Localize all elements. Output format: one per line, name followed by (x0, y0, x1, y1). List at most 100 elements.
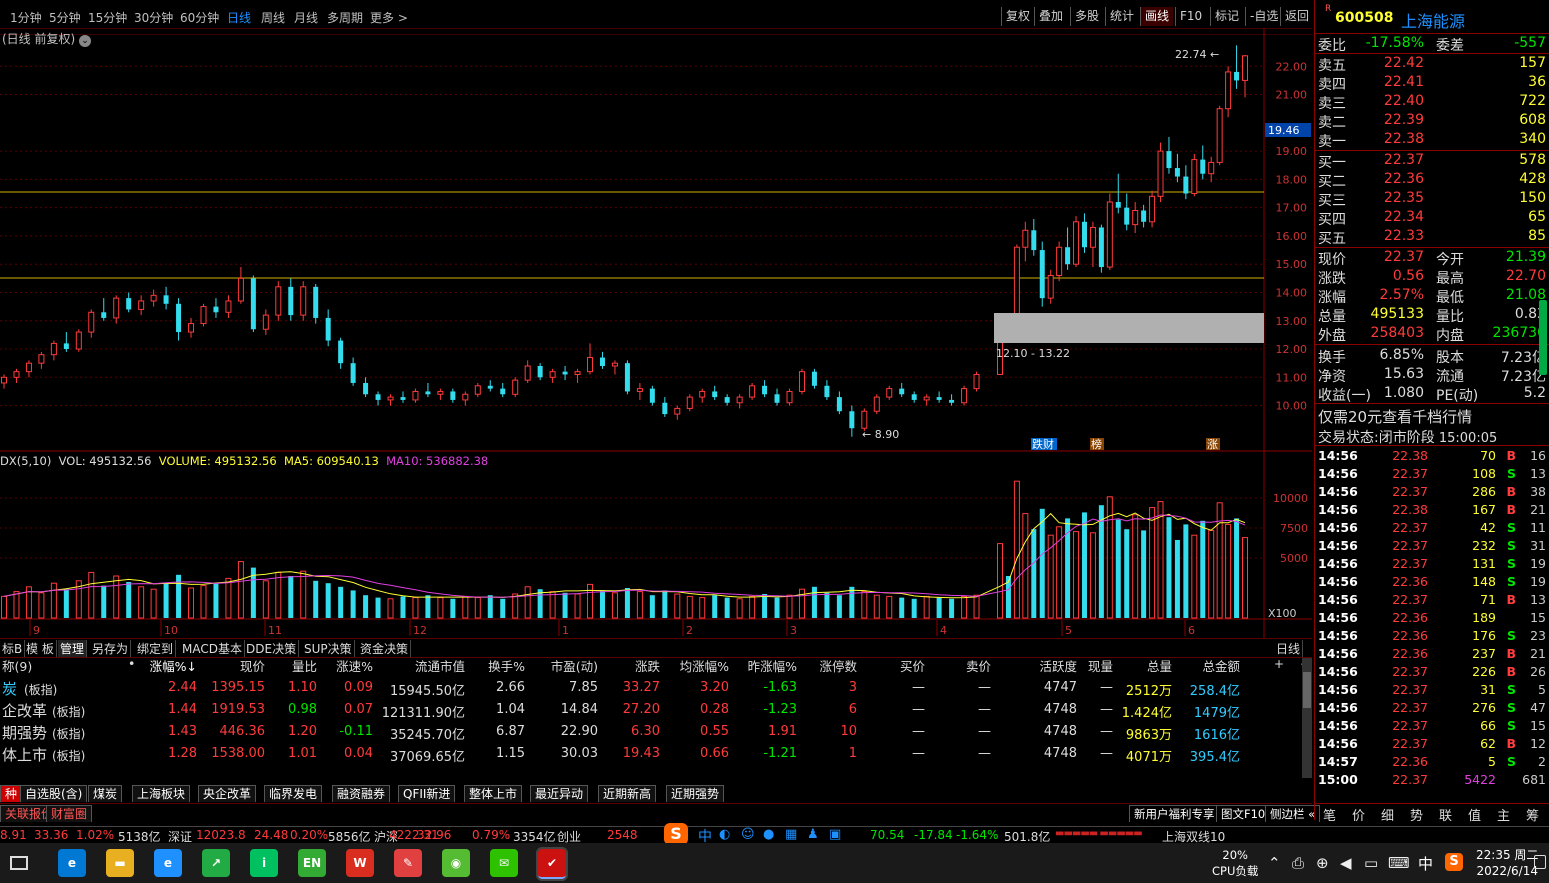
printer-icon[interactable]: ⎙ (1292, 854, 1304, 872)
col-header-3[interactable]: 涨速% (336, 656, 373, 675)
sector-tab-2[interactable]: 煤炭 (88, 785, 123, 802)
toolbar-btn-8[interactable]: 返回 (1280, 7, 1313, 26)
quote-tab-4[interactable]: 联 (1439, 805, 1452, 824)
folder-icon[interactable]: ▬ (106, 849, 134, 877)
scrollbar-thumb[interactable] (1303, 672, 1311, 708)
clock[interactable]: 22:35 周二 2022/6/14 (1476, 847, 1538, 879)
range-box[interactable] (994, 313, 1264, 343)
col-header-5[interactable]: 换手% (488, 656, 525, 675)
chevron-up-icon[interactable]: ⌃ (1268, 854, 1281, 872)
keyboard-icon[interactable]: ▦ (785, 827, 797, 842)
period-9[interactable]: 更多 > (370, 9, 408, 26)
col-header-11[interactable]: 买价 (900, 656, 925, 675)
period-6[interactable]: 周线 (261, 9, 285, 26)
shirt-icon[interactable]: ♟ (807, 827, 819, 842)
quote-tab-5[interactable]: 值 (1468, 805, 1481, 824)
sector-tab-3[interactable]: 上海板块 (132, 785, 191, 802)
sogou-tray-icon[interactable]: S (1445, 853, 1463, 871)
wps-icon[interactable]: W (346, 849, 374, 877)
col-header-7[interactable]: 涨跌 (635, 656, 660, 675)
wechat-icon[interactable]: ✉ (490, 849, 518, 877)
grid-icon[interactable]: ▣ (829, 827, 841, 842)
indicator-tab-7[interactable]: SUP决策 (302, 640, 355, 657)
browser360-icon[interactable]: ◉ (442, 849, 470, 877)
chevron-down-icon[interactable]: ⌄ (79, 35, 92, 47)
ie-icon[interactable]: e (154, 849, 182, 877)
col-header-4[interactable]: 流通市值 (415, 656, 465, 675)
indicator-tab-8[interactable]: 资金决策 (358, 640, 412, 657)
indicator-tab-2[interactable]: 管理 (58, 640, 88, 657)
toolbar-btn-5[interactable]: F10 (1175, 7, 1206, 26)
col-header-9[interactable]: 昨涨幅% (748, 656, 797, 675)
toolbar-btn-0[interactable]: 复权 (1001, 7, 1034, 26)
col-header-2[interactable]: 量比 (292, 656, 317, 675)
kline-chart[interactable]: 22.00 21.00 19.00 18.00 17.00 16.00 15.00 14.00… (0, 28, 1312, 638)
sector-tab-6[interactable]: 融资融券 (332, 785, 391, 802)
indicator-tab-4[interactable]: 绑定到 (135, 640, 177, 657)
period-2[interactable]: 15分钟 (88, 9, 127, 26)
right-tab-1[interactable]: 图文F10 (1216, 805, 1271, 822)
sogou-icon[interactable]: S (664, 823, 688, 845)
sector-tab-10[interactable]: 近期新高 (598, 785, 657, 802)
sector-tab-7[interactable]: QFII新进 (398, 785, 456, 802)
indicator-tab-1[interactable]: 模 板 (24, 640, 57, 657)
shield-icon[interactable]: ⊕ (1316, 854, 1329, 872)
chart-adjust-label[interactable]: (日线 前复权) ⌄ (2, 30, 92, 47)
notification-icon[interactable] (1534, 855, 1546, 869)
table-scrollbar[interactable] (1302, 658, 1312, 778)
table-row[interactable]: 炭 (板指) 2.44 1395.15 1.10 0.09 15945.50亿 2.66 7.8… (0, 678, 1300, 700)
period-5[interactable]: 日线 (227, 9, 251, 26)
sector-tab-8[interactable]: 整体上市 (464, 785, 523, 802)
stock2-icon[interactable]: ✎ (394, 849, 422, 877)
period-7[interactable]: 月线 (294, 9, 318, 26)
col-header-10[interactable]: 涨停数 (819, 656, 857, 675)
col-header-6[interactable]: 市盈(动) (551, 656, 598, 675)
sector-tab-0[interactable]: 种 (0, 785, 23, 802)
right-tab-0[interactable]: 新用户福利专享 (1129, 805, 1220, 822)
indicator-tab-6[interactable]: DDE决策 (244, 640, 300, 657)
volume-icon[interactable]: ◀ (1340, 854, 1352, 872)
toolbar-btn-1[interactable]: 叠加 (1034, 7, 1067, 26)
toolbar-btn-6[interactable]: 标记 (1210, 7, 1243, 26)
right-tab-2[interactable]: 侧边栏 « (1265, 805, 1321, 822)
sector-tab-5[interactable]: 临界发电 (264, 785, 323, 802)
indicator-tab-5[interactable]: MACD基本 (180, 640, 245, 657)
network-icon[interactable]: ▭ (1364, 854, 1378, 872)
period-8[interactable]: 多周期 (327, 9, 363, 26)
col-header-15[interactable]: 总量 (1147, 656, 1172, 675)
edge-icon[interactable]: e (58, 849, 86, 877)
mic-icon[interactable]: ● (763, 827, 774, 842)
indicator-tab-3[interactable]: 另存为 (90, 640, 132, 657)
en-dict-icon[interactable]: EN (298, 849, 326, 877)
toolbar-btn-4[interactable]: 画线 (1140, 7, 1174, 26)
toolbar-btn-2[interactable]: 多股 (1070, 7, 1103, 26)
period-1[interactable]: 5分钟 (49, 9, 81, 26)
ths-icon[interactable]: ✔ (536, 847, 568, 881)
quote-scroll-indicator[interactable] (1539, 300, 1547, 375)
col-header-8[interactable]: 均涨幅% (680, 656, 729, 675)
quote-tab-2[interactable]: 细 (1381, 805, 1394, 824)
period-0[interactable]: 1分钟 (10, 9, 42, 26)
col-header-13[interactable]: 活跃度 (1039, 656, 1077, 675)
keyboard-tray-icon[interactable]: ⌨ (1388, 854, 1410, 872)
tray-ime[interactable]: 中 (1418, 853, 1433, 874)
stock-app-icon[interactable]: ↗ (202, 849, 230, 877)
quote-tab-1[interactable]: 价 (1352, 805, 1365, 824)
toolbar-btn-7[interactable]: -自选 (1245, 7, 1282, 26)
task-view-icon[interactable] (10, 856, 28, 870)
promo-banner[interactable]: 仅需20元查看千档行情 (1318, 406, 1472, 427)
smile-icon[interactable]: ☺ (741, 827, 755, 842)
quote-tab-6[interactable]: 主 (1497, 805, 1510, 824)
col-header-16[interactable]: 总金额 (1202, 656, 1240, 675)
indicator-tab-0[interactable]: 标B (0, 640, 26, 657)
table-row[interactable]: 企改革 (板指) 1.44 1919.53 0.98 0.07 121311.90亿 1.04… (0, 700, 1300, 722)
period-4[interactable]: 60分钟 (180, 9, 219, 26)
moon-icon[interactable]: ◐ (719, 827, 730, 842)
sector-tab-4[interactable]: 央企改革 (198, 785, 257, 802)
sector-tab-9[interactable]: 最近异动 (530, 785, 589, 802)
col-header-0[interactable]: 涨幅%↓ (150, 656, 197, 675)
quote-tab-7[interactable]: 筹 (1526, 805, 1539, 824)
quote-tab-3[interactable]: 势 (1410, 805, 1423, 824)
period-3[interactable]: 30分钟 (134, 9, 173, 26)
iqiyi-icon[interactable]: i (250, 849, 278, 877)
